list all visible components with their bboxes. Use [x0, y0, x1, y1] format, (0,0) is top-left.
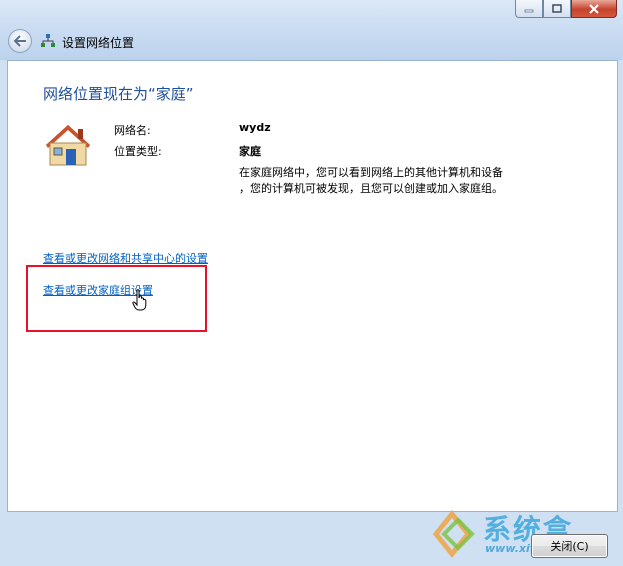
location-description: 在家庭网络中，您可以看到网络上的其他计算机和设备 ，您的计算机可被发现，且您可以… — [239, 165, 539, 197]
window-titlebar: 设置网络位置 — [0, 0, 623, 60]
maximize-icon — [552, 4, 562, 13]
network-sharing-center-link[interactable]: 查看或更改网络和共享中心的设置 — [43, 250, 208, 266]
description-line-1: 在家庭网络中，您可以看到网络上的其他计算机和设备 — [239, 166, 503, 179]
home-network-icon — [46, 125, 90, 166]
back-arrow-icon — [13, 35, 26, 47]
window-title: 设置网络位置 — [62, 36, 135, 50]
network-name-label: 网络名: — [114, 124, 151, 137]
close-button[interactable]: 关闭(C) — [531, 534, 608, 558]
location-type-value: 家庭 — [239, 145, 261, 158]
close-icon — [589, 3, 599, 14]
page-heading: 网络位置现在为“家庭” — [43, 85, 194, 103]
window-controls — [515, 0, 617, 18]
minimize-icon — [524, 9, 534, 12]
maximize-button[interactable] — [543, 0, 571, 18]
back-button[interactable] — [8, 29, 32, 53]
main-panel: 网络位置现在为“家庭” 网络名: wydz 位置类型: 家庭 在家庭网络中，您可… — [7, 60, 618, 512]
network-icon — [41, 34, 55, 47]
network-name-value: wydz — [239, 121, 271, 134]
highlight-box — [26, 265, 207, 332]
minimize-button[interactable] — [515, 0, 543, 18]
hand-cursor-icon — [132, 289, 147, 311]
close-window-button[interactable] — [571, 0, 617, 18]
location-type-label: 位置类型: — [114, 145, 162, 158]
description-line-2: ，您的计算机可被发现，且您可以创建或加入家庭组。 — [239, 182, 503, 195]
